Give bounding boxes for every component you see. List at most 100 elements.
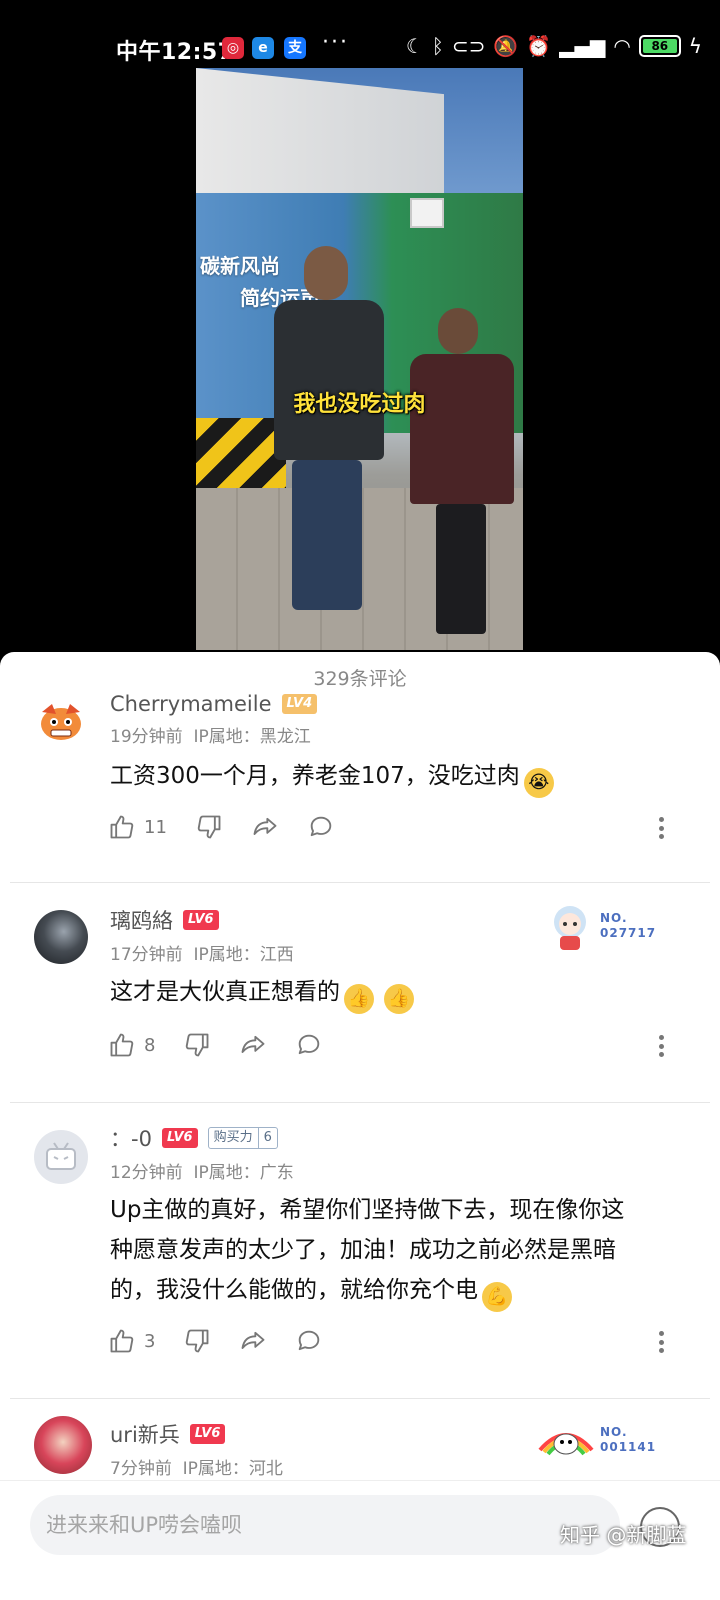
- username[interactable]: Cherrymameile: [110, 692, 272, 716]
- hazard-stripes: [196, 418, 286, 488]
- like-button[interactable]: 11: [108, 813, 167, 841]
- battery-icon: 86: [638, 35, 681, 57]
- thumbs-down-icon: [186, 1329, 209, 1353]
- thumbs-down-icon: [186, 1033, 209, 1057]
- comment-text: 这才是大伙真正想看的 👍 👍: [110, 972, 690, 1014]
- video-player[interactable]: 碳新风尚 简约运声 我也没吃过肉: [196, 68, 523, 650]
- more-options-icon[interactable]: [654, 1328, 668, 1356]
- reply-button[interactable]: [295, 1327, 323, 1355]
- like-count: 11: [144, 816, 167, 838]
- wifi-icon: ◠: [613, 34, 631, 58]
- thumbs-up-icon: [110, 815, 134, 839]
- share-button[interactable]: [239, 1327, 267, 1355]
- comment-bubble-icon: [299, 1330, 320, 1351]
- alipay-icon: 支: [284, 37, 306, 59]
- comment-ip: IP属地：江西: [193, 945, 294, 965]
- share-icon: [242, 1331, 265, 1349]
- anime-girl-badge-icon: [554, 906, 586, 950]
- buying-power-value: 6: [257, 1128, 277, 1148]
- thumbs-down-icon: [197, 815, 221, 839]
- flexed-biceps-emoji-icon: 💪: [482, 1282, 512, 1312]
- share-button[interactable]: [251, 813, 279, 841]
- dislike-button[interactable]: [183, 1327, 211, 1355]
- buying-power-label: 购买力: [213, 1130, 253, 1145]
- divider: [10, 882, 710, 883]
- notification-overflow-icon: ···: [322, 30, 349, 55]
- like-count: 8: [144, 1034, 156, 1056]
- angry-face-avatar-icon: [41, 704, 81, 740]
- charging-icon: ϟ: [688, 34, 702, 58]
- comment-bubble-icon: [310, 816, 332, 837]
- mute-icon: 🔕: [493, 34, 519, 58]
- fan-badge[interactable]: NO. 027717: [546, 900, 656, 952]
- level-badge: LV6: [183, 910, 219, 930]
- badge-number: 001141: [600, 1440, 657, 1454]
- like-button[interactable]: 8: [108, 1031, 155, 1059]
- comment-time: 12分钟前: [110, 1163, 183, 1183]
- reply-button[interactable]: [307, 813, 335, 841]
- comment-meta: 19分钟前 IP属地：黑龙江: [110, 722, 311, 747]
- video-subtitle: 我也没吃过肉: [293, 392, 426, 417]
- divider: [10, 1102, 710, 1103]
- rainbow-ghost-badge-icon: [538, 1433, 594, 1456]
- thumbs-up-emoji-icon: 👍: [384, 984, 414, 1014]
- avatar[interactable]: [34, 1130, 88, 1184]
- default-tv-avatar-icon: [46, 1142, 76, 1170]
- like-count: 3: [144, 1330, 156, 1352]
- comment-time: 19分钟前: [110, 727, 183, 747]
- woman-figure: [410, 308, 514, 638]
- like-button[interactable]: 3: [108, 1327, 155, 1355]
- thumbs-up-icon: [110, 1033, 134, 1057]
- level-badge: LV6: [161, 1128, 198, 1148]
- comment-meta: 7分钟前 IP属地：河北: [110, 1454, 283, 1479]
- watermark: 知乎 @新脚蓝: [560, 1523, 687, 1547]
- avatar[interactable]: [34, 1416, 92, 1474]
- comment-input[interactable]: 进来来和UP唠会嗑呗: [30, 1495, 620, 1555]
- comment-text: 工资300一个月，养老金107，没吃过肉 😭: [110, 756, 690, 798]
- comment-time: 17分钟前: [110, 945, 183, 965]
- badge-no-label: NO.: [600, 911, 628, 925]
- signal-icon: ▂▄▆: [559, 34, 606, 58]
- comment-bubble-icon: [299, 1034, 320, 1055]
- level-badge: LV4: [281, 694, 318, 714]
- comment-text: Up主做的真好，希望你们坚持做下去，现在像你这 种愿意发声的太少了，加油！成功之…: [110, 1190, 700, 1312]
- dislike-button[interactable]: [183, 1031, 211, 1059]
- nfc-icon: ⊂⊃: [451, 34, 486, 58]
- comment-ip: IP属地：广东: [193, 1163, 294, 1183]
- username[interactable]: uri新兵: [110, 1419, 180, 1449]
- alarm-icon: ⏰: [526, 34, 552, 58]
- avatar[interactable]: [34, 694, 88, 748]
- comment-ip: IP属地：河北: [182, 1459, 283, 1479]
- comment-ip: IP属地：黑龙江: [193, 727, 311, 747]
- thumbs-up-icon: [110, 1329, 134, 1353]
- sign-image: [410, 198, 444, 228]
- netease-music-icon: ◎: [222, 37, 244, 59]
- avatar[interactable]: [34, 910, 88, 964]
- comment-text-line: Up主做的真好，希望你们坚持做下去，现在像你这: [110, 1197, 625, 1223]
- fan-badge[interactable]: NO. 001141: [538, 1420, 656, 1460]
- comment-input-bar: 进来来和UP唠会嗑呗 知乎 @新脚蓝: [0, 1480, 720, 1600]
- username[interactable]: ：-0: [110, 1123, 152, 1153]
- comment-text-line: 的，我没什么能做的，就给你充个电: [110, 1277, 478, 1303]
- dislike-button[interactable]: [195, 813, 223, 841]
- comment-meta: 17分钟前 IP属地：江西: [110, 940, 294, 965]
- battery-level: 86: [642, 39, 677, 53]
- bluetooth-icon: ᛒ: [431, 34, 444, 58]
- badge-number: 027717: [600, 926, 657, 940]
- share-button[interactable]: [239, 1031, 267, 1059]
- more-options-icon[interactable]: [654, 814, 668, 842]
- share-icon: [242, 1035, 265, 1053]
- status-time: 中午12:57: [116, 40, 234, 65]
- divider: [10, 1398, 710, 1399]
- moon-icon: ☾: [405, 34, 424, 58]
- comments-panel: 329条评论 Cherrymameile LV4 19分钟前 IP属地：黑龙江 …: [0, 652, 720, 1600]
- video-area[interactable]: 碳新风尚 简约运声 我也没吃过肉: [0, 66, 720, 652]
- level-badge: LV6: [189, 1424, 226, 1444]
- comment-count: 329条评论: [313, 668, 407, 690]
- reply-button[interactable]: [295, 1031, 323, 1059]
- more-options-icon[interactable]: [654, 1032, 668, 1060]
- man-figure: [274, 246, 384, 626]
- username[interactable]: 璃鸥絡: [110, 905, 173, 935]
- browser-icon: e: [252, 37, 274, 59]
- comment-text-content: 工资300一个月，养老金107，没吃过肉: [110, 763, 520, 789]
